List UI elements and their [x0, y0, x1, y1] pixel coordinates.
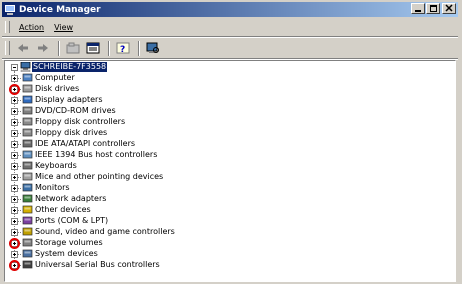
tree-item-label: Floppy disk drives — [35, 128, 108, 137]
close-icon — [445, 4, 453, 12]
expand-plus-icon[interactable] — [11, 119, 18, 126]
expand-plus-icon[interactable] — [11, 251, 18, 258]
minimize-icon — [415, 10, 421, 12]
tree-item-label: DVD/CD-ROM drives — [35, 106, 116, 115]
back-button[interactable] — [14, 41, 31, 56]
highlight-ring-icon — [9, 238, 20, 249]
device-manager-window: Device Manager Action View ? SCHREIBE-7F… — [0, 0, 462, 284]
expand-plus-icon[interactable] — [11, 141, 18, 148]
ide-controller-icon — [22, 139, 33, 148]
tree-item-label: Computer — [35, 73, 75, 82]
tree-item-label: Universal Serial Bus controllers — [35, 260, 160, 269]
tree-item-label: Network adapters — [35, 194, 107, 203]
help-icon: ? — [116, 42, 129, 54]
toolbar-separator — [138, 40, 140, 56]
port-icon — [22, 216, 33, 225]
system-device-icon — [22, 249, 33, 258]
expand-plus-icon[interactable] — [11, 185, 18, 192]
root-collapse-icon[interactable] — [11, 64, 18, 71]
highlight-ring-icon — [9, 84, 20, 95]
device-tree-pane[interactable]: SCHREIBE-7F3558 Computer Disk drives Displ… — [4, 60, 456, 282]
svg-text:?: ? — [120, 45, 125, 54]
expand-plus-icon[interactable] — [11, 97, 18, 104]
expand-plus-icon[interactable] — [11, 174, 18, 181]
menu-grip — [5, 21, 10, 33]
expand-plus-icon[interactable] — [11, 207, 18, 214]
expand-plus-icon[interactable] — [11, 130, 18, 137]
menu-bar: Action View — [2, 19, 458, 35]
up-level-button[interactable] — [64, 41, 81, 56]
properties-button[interactable] — [84, 41, 101, 56]
scan-hardware-icon — [146, 42, 159, 53]
root-computer-name[interactable]: SCHREIBE-7F3558 — [32, 62, 108, 72]
tree-item-label: Monitors — [35, 183, 70, 192]
cdrom-icon — [22, 106, 33, 115]
mouse-icon — [22, 172, 33, 181]
tree-item-label: System devices — [35, 249, 98, 258]
expand-plus-icon[interactable] — [11, 229, 18, 236]
up-folder-icon — [66, 42, 79, 54]
close-button[interactable] — [442, 3, 456, 14]
expand-plus-icon[interactable] — [11, 163, 18, 170]
menu-action[interactable]: Action — [14, 23, 49, 32]
toolbar-separator — [108, 40, 110, 56]
window-title: Device Manager — [19, 4, 101, 15]
expand-plus-icon[interactable] — [11, 218, 18, 225]
tree-item-label: Display adapters — [35, 95, 103, 104]
device-manager-icon — [4, 4, 16, 16]
expand-plus-icon[interactable] — [11, 75, 18, 82]
computer-root-icon — [20, 62, 31, 72]
tree-item-label: Ports (COM & LPT) — [35, 216, 109, 225]
keyboard-icon — [22, 161, 33, 170]
usb-icon — [22, 260, 33, 269]
tree-item-label: Sound, video and game controllers — [35, 227, 175, 236]
display-adapter-icon — [22, 95, 33, 104]
floppy-drive-icon — [22, 128, 33, 137]
computer-icon — [22, 73, 33, 82]
ieee1394-icon — [22, 150, 33, 159]
maximize-button[interactable] — [426, 3, 440, 14]
disk-drive-icon — [22, 84, 33, 93]
maximize-icon — [430, 5, 437, 12]
tree-item-label: Other devices — [35, 205, 91, 214]
tree-item-label: Keyboards — [35, 161, 77, 170]
expand-plus-icon[interactable] — [11, 196, 18, 203]
forward-button[interactable] — [34, 41, 51, 56]
menu-view[interactable]: View — [49, 23, 78, 32]
properties-icon — [86, 42, 99, 54]
title-bar[interactable]: Device Manager — [2, 2, 458, 17]
expand-plus-icon[interactable] — [11, 108, 18, 115]
sound-icon — [22, 227, 33, 236]
toolbar-separator — [58, 40, 60, 56]
monitor-icon — [22, 183, 33, 192]
toolbar-grip — [5, 41, 10, 55]
tree-item-label: Mice and other pointing devices — [35, 172, 164, 181]
floppy-controller-icon — [22, 117, 33, 126]
tree-item-label: IDE ATA/ATAPI controllers — [35, 139, 136, 148]
tree-item-label: Floppy disk controllers — [35, 117, 126, 126]
network-adapter-icon — [22, 194, 33, 203]
help-button[interactable]: ? — [114, 41, 131, 56]
back-arrow-icon — [17, 44, 28, 52]
forward-arrow-icon — [37, 44, 48, 52]
storage-volume-icon — [22, 238, 33, 247]
highlight-ring-icon — [9, 260, 20, 271]
expand-plus-icon[interactable] — [11, 152, 18, 159]
tree-item-label: IEEE 1394 Bus host controllers — [35, 150, 158, 159]
unknown-device-icon — [22, 205, 33, 214]
tree-item-label: Disk drives — [35, 84, 80, 93]
minimize-button[interactable] — [411, 3, 425, 14]
toolbar: ? — [2, 38, 458, 58]
tree-item-label: Storage volumes — [35, 238, 103, 247]
scan-hardware-button[interactable] — [144, 41, 161, 56]
